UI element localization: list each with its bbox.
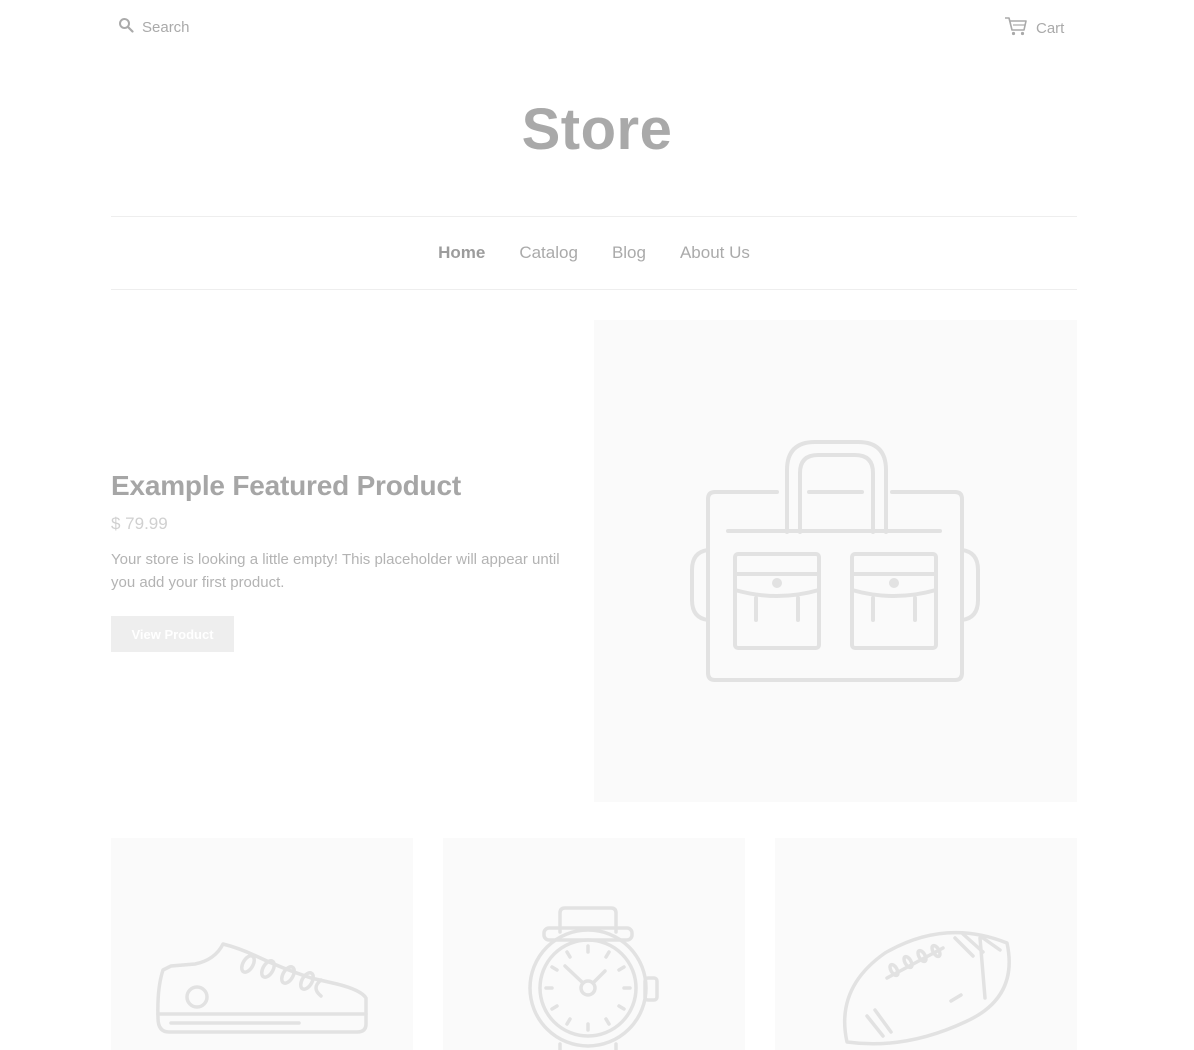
cart-icon <box>1004 16 1036 40</box>
view-product-button[interactable]: View Product <box>111 616 234 652</box>
featured-product-title[interactable]: Example Featured Product <box>111 470 561 502</box>
product-card[interactable] <box>775 838 1077 1050</box>
nav-item-home[interactable]: Home <box>438 243 485 263</box>
bag-placeholder-icon <box>690 440 980 682</box>
search-form[interactable] <box>118 17 344 37</box>
product-card[interactable] <box>443 838 745 1050</box>
featured-product-info: Example Featured Product $ 79.99 Your st… <box>111 470 561 594</box>
nav-item-catalog[interactable]: Catalog <box>519 243 578 263</box>
search-icon[interactable] <box>118 17 134 38</box>
watch-placeholder-icon <box>528 906 659 1050</box>
featured-product-price: $ 79.99 <box>111 514 168 533</box>
featured-product-description: Your store is looking a little empty! Th… <box>111 551 560 591</box>
store-logo[interactable]: Store <box>0 96 1194 163</box>
product-card[interactable] <box>111 838 413 1050</box>
search-input[interactable] <box>140 17 344 37</box>
nav-item-blog[interactable]: Blog <box>612 243 646 263</box>
sneaker-placeholder-icon <box>156 942 368 1034</box>
cart-label: Cart <box>1036 19 1065 37</box>
football-placeholder-icon <box>842 930 1011 1046</box>
main-navigation: Home Catalog Blog About Us <box>111 216 1077 290</box>
cart-link[interactable]: Cart <box>1004 16 1064 40</box>
top-bar: Cart <box>0 0 1194 54</box>
featured-product-image[interactable] <box>594 320 1077 802</box>
nav-item-about-us[interactable]: About Us <box>680 243 750 263</box>
